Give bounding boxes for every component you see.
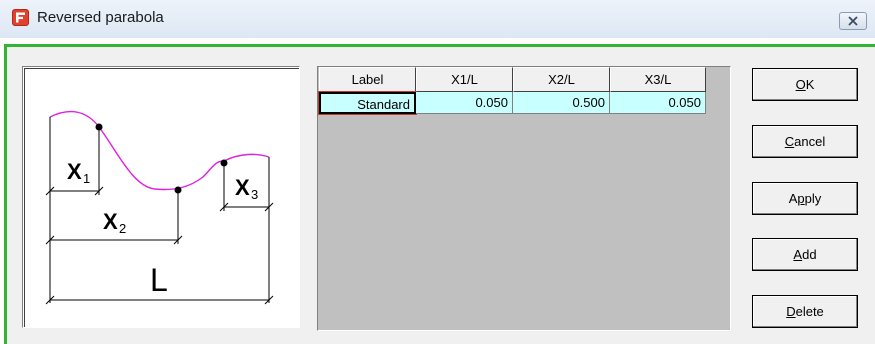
label-length: L <box>150 262 168 298</box>
label-x1: X <box>67 159 82 184</box>
delete-mnemonic: D <box>786 304 796 319</box>
cancel-button[interactable]: Cancel <box>752 125 858 158</box>
apply-button[interactable]: Apply <box>752 182 858 215</box>
grid-cell-x2[interactable]: 0.500 <box>513 92 610 114</box>
label-x2-sub: 2 <box>119 221 126 236</box>
grid-header-x2[interactable]: X2/L <box>513 67 610 92</box>
add-button[interactable]: Add <box>752 238 858 271</box>
diagram-preview: X 1 X 2 X 3 L <box>22 66 300 328</box>
window-title: Reversed parabola <box>37 9 164 26</box>
close-icon <box>848 16 858 26</box>
app-logo-icon <box>12 9 29 26</box>
cancel-label: ancel <box>794 134 826 149</box>
diagram-canvas: X 1 X 2 X 3 L <box>24 68 299 327</box>
grid-cell-x3[interactable]: 0.050 <box>610 92 706 114</box>
title-bar[interactable]: Reversed parabola <box>0 0 875 38</box>
reversed-parabola-diagram: X 1 X 2 X 3 L <box>45 110 274 305</box>
dialog-window: Reversed parabola X 1 X 2 X 3 L Label X1… <box>0 0 875 344</box>
grid-cell-label[interactable]: Standard <box>318 91 417 115</box>
add-mnemonic: A <box>793 247 803 262</box>
close-button[interactable] <box>839 12 867 30</box>
cancel-mnemonic: C <box>784 134 795 149</box>
grid-header-x3[interactable]: X3/L <box>610 67 706 92</box>
label-x2: X <box>103 209 118 234</box>
label-x3: X <box>235 175 250 200</box>
delete-label: elete <box>795 304 824 319</box>
label-x1-sub: 1 <box>83 171 90 186</box>
ok-button[interactable]: OK <box>752 68 858 101</box>
delete-button[interactable]: Delete <box>752 295 858 328</box>
parameters-grid[interactable]: Label X1/L X2/L X3/L Standard 0.050 0.50… <box>317 66 731 331</box>
add-label: dd <box>802 247 817 262</box>
ok-label: K <box>805 77 815 92</box>
label-x3-sub: 3 <box>251 187 258 202</box>
grid-cell-x1[interactable]: 0.050 <box>416 92 513 114</box>
grid-header-x1[interactable]: X1/L <box>416 67 513 92</box>
apply-mnemonic: p <box>797 191 805 206</box>
grid-header-label[interactable]: Label <box>319 67 416 92</box>
apply-label: ply <box>804 191 822 206</box>
ok-mnemonic: O <box>795 77 806 92</box>
